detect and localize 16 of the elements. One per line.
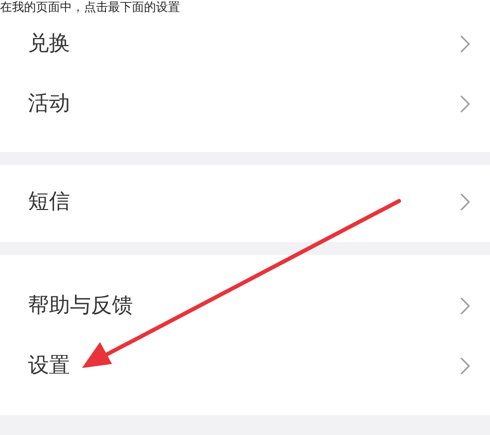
menu-item-label: 帮助与反馈 xyxy=(28,292,133,320)
menu-item[interactable]: 短信 xyxy=(0,169,490,234)
menu-item-label: 活动 xyxy=(28,90,70,118)
chevron-right-icon xyxy=(460,192,470,210)
menu-item[interactable]: 帮助与反馈 xyxy=(0,276,490,336)
instruction-caption: 在我的页面中，点击最下面的设置 xyxy=(0,0,181,14)
chevron-right-icon xyxy=(460,95,470,113)
chevron-right-icon xyxy=(460,297,470,315)
menu-item-label: 短信 xyxy=(28,188,70,215)
menu-item-label: 设置 xyxy=(28,352,70,380)
chevron-right-icon xyxy=(460,357,470,375)
menu-item[interactable]: 设置 xyxy=(0,336,490,396)
menu-item-label: 兑换 xyxy=(28,30,70,58)
menu-item[interactable]: 兑换 xyxy=(0,14,490,74)
menu-item[interactable]: 活动 xyxy=(0,74,490,134)
chevron-right-icon xyxy=(460,35,470,53)
